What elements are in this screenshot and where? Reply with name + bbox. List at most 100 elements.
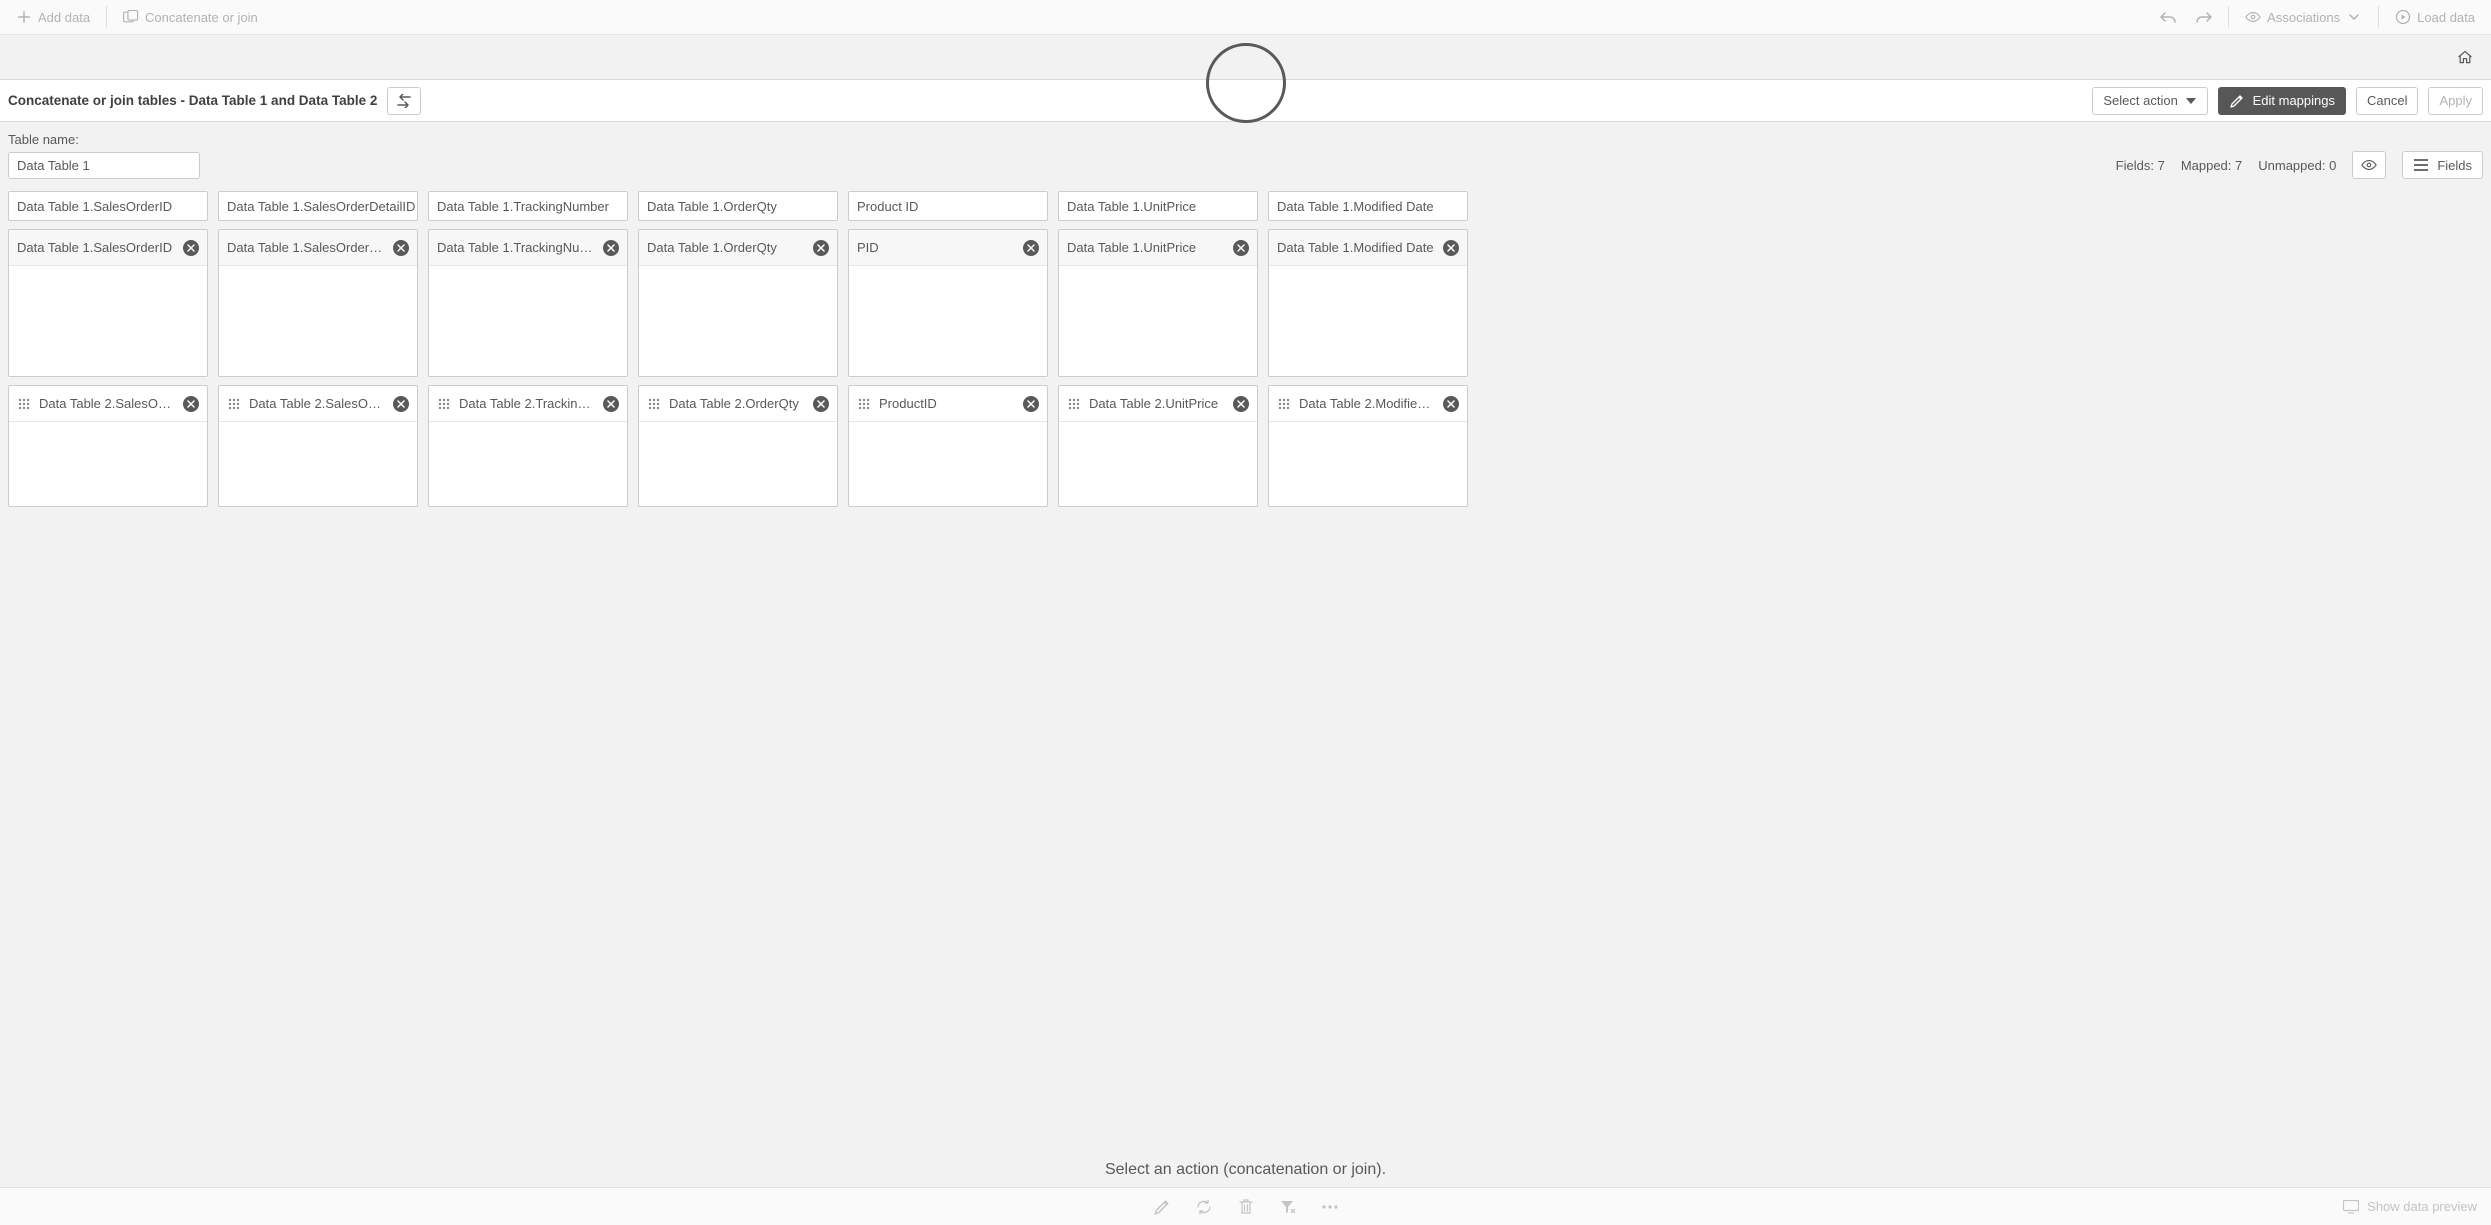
- select-action-label: Select action: [2103, 93, 2177, 108]
- select-action-dropdown[interactable]: Select action: [2092, 87, 2208, 115]
- column-header-input[interactable]: Data Table 1.OrderQty: [638, 191, 838, 221]
- source1-box: PID: [848, 229, 1048, 377]
- mapped-field-row[interactable]: Data Table 1.Modified Date: [1269, 230, 1467, 266]
- column-header-input[interactable]: Data Table 1.SalesOrderDetailID: [218, 191, 418, 221]
- refresh-icon[interactable]: [1196, 1199, 1212, 1215]
- remove-mapping-icon[interactable]: [603, 240, 619, 256]
- show-data-preview-label: Show data preview: [2367, 1199, 2477, 1214]
- remove-mapping-icon[interactable]: [393, 396, 409, 412]
- source2-box: Data Table 2.Modifie…: [1268, 385, 1468, 507]
- monitor-icon: [2343, 1199, 2359, 1215]
- edit-mappings-button[interactable]: Edit mappings: [2218, 87, 2346, 115]
- pencil-icon[interactable]: [1154, 1199, 1170, 1215]
- column-header-input[interactable]: Data Table 1.Modified Date: [1268, 191, 1468, 221]
- add-data-label: Add data: [38, 10, 90, 25]
- preview-visibility-button[interactable]: [2352, 151, 2386, 179]
- show-data-preview-button[interactable]: Show data preview: [2343, 1199, 2477, 1215]
- remove-mapping-icon[interactable]: [813, 240, 829, 256]
- unmapped-count: Unmapped: 0: [2258, 158, 2336, 173]
- list-icon: [2413, 157, 2429, 173]
- mapped-count: Mapped: 7: [2181, 158, 2242, 173]
- filter-clear-icon[interactable]: [1280, 1199, 1296, 1215]
- column-header-input[interactable]: Product ID: [848, 191, 1048, 221]
- mapped-field-row[interactable]: Data Table 2.SalesOr…: [219, 386, 417, 422]
- mapped-field-row[interactable]: Data Table 1.UnitPrice: [1059, 230, 1257, 266]
- mapped-field-row[interactable]: Data Table 2.Modifie…: [1269, 386, 1467, 422]
- column-header-input[interactable]: Data Table 1.TrackingNumber: [428, 191, 628, 221]
- toolbar-separator: [2378, 6, 2379, 28]
- swap-button[interactable]: [387, 87, 421, 115]
- mapped-field-label: PID: [857, 240, 1015, 255]
- tables-icon: [123, 9, 139, 25]
- cancel-label: Cancel: [2367, 93, 2407, 108]
- remove-mapping-icon[interactable]: [1233, 240, 1249, 256]
- drag-handle-icon[interactable]: [1277, 397, 1291, 411]
- mapped-field-row[interactable]: PID: [849, 230, 1047, 266]
- mapped-field-label: Data Table 1.UnitPrice: [1067, 240, 1225, 255]
- drag-handle-icon[interactable]: [647, 397, 661, 411]
- add-data-button[interactable]: Add data: [8, 5, 98, 29]
- undo-button[interactable]: [2152, 5, 2184, 29]
- remove-mapping-icon[interactable]: [393, 240, 409, 256]
- source1-box: Data Table 1.TrackingNu…: [428, 229, 628, 377]
- source2-box: ProductID: [848, 385, 1048, 507]
- mapped-field-row[interactable]: Data Table 1.SalesOrderID: [9, 230, 207, 266]
- associations-button[interactable]: Associations: [2237, 5, 2370, 29]
- drag-handle-icon[interactable]: [227, 397, 241, 411]
- remove-mapping-icon[interactable]: [1443, 240, 1459, 256]
- remove-mapping-icon[interactable]: [1023, 240, 1039, 256]
- load-data-button[interactable]: Load data: [2387, 5, 2483, 29]
- table-name-input[interactable]: Data Table 1: [8, 152, 200, 179]
- footer-toolbar: Show data preview: [0, 1187, 2491, 1225]
- mapped-field-label: Data Table 2.OrderQty: [669, 396, 805, 411]
- source1-box: Data Table 1.Modified Date: [1268, 229, 1468, 377]
- trash-icon[interactable]: [1238, 1199, 1254, 1215]
- home-icon[interactable]: [2457, 49, 2473, 65]
- top-toolbar: Add data Concatenate or join Association: [0, 0, 2491, 35]
- drag-handle-icon[interactable]: [437, 397, 451, 411]
- mapped-field-label: Data Table 2.Trackin…: [459, 396, 595, 411]
- eye-icon: [2361, 157, 2377, 173]
- more-icon[interactable]: [1322, 1199, 1338, 1215]
- remove-mapping-icon[interactable]: [603, 396, 619, 412]
- edit-mappings-label: Edit mappings: [2253, 93, 2335, 108]
- mapped-field-label: Data Table 1.OrderQty: [647, 240, 805, 255]
- drag-handle-icon[interactable]: [17, 397, 31, 411]
- field-stats: Fields: 7 Mapped: 7 Unmapped: 0 Fields: [2116, 151, 2483, 179]
- concat-join-button[interactable]: Concatenate or join: [115, 5, 266, 29]
- cancel-button[interactable]: Cancel: [2356, 87, 2418, 115]
- mapped-field-row[interactable]: Data Table 1.TrackingNu…: [429, 230, 627, 266]
- remove-mapping-icon[interactable]: [1443, 396, 1459, 412]
- mapped-field-label: Data Table 2.Modifie…: [1299, 396, 1435, 411]
- mapped-field-row[interactable]: Data Table 1.OrderQty: [639, 230, 837, 266]
- mapped-field-row[interactable]: Data Table 2.SalesOr…: [9, 386, 207, 422]
- column-header-input[interactable]: Data Table 1.UnitPrice: [1058, 191, 1258, 221]
- remove-mapping-icon[interactable]: [1023, 396, 1039, 412]
- redo-icon: [2196, 9, 2212, 25]
- toolbar-separator: [2228, 6, 2229, 28]
- toolbar-separator: [106, 6, 107, 28]
- apply-button[interactable]: Apply: [2428, 87, 2483, 115]
- plus-icon: [16, 9, 32, 25]
- mapped-field-label: ProductID: [879, 396, 1015, 411]
- mapped-field-row[interactable]: Data Table 2.Trackin…: [429, 386, 627, 422]
- swap-icon: [396, 93, 412, 109]
- mapping-columns: Data Table 1.SalesOrderID Data Table 1.S…: [8, 191, 2483, 507]
- drag-handle-icon[interactable]: [857, 397, 871, 411]
- column-header-input[interactable]: Data Table 1.SalesOrderID: [8, 191, 208, 221]
- remove-mapping-icon[interactable]: [183, 396, 199, 412]
- drag-handle-icon[interactable]: [1067, 397, 1081, 411]
- mapped-field-row[interactable]: ProductID: [849, 386, 1047, 422]
- mapped-field-row[interactable]: Data Table 2.UnitPrice: [1059, 386, 1257, 422]
- caret-down-icon: [2183, 93, 2199, 109]
- source2-box: Data Table 2.UnitPrice: [1058, 385, 1258, 507]
- remove-mapping-icon[interactable]: [183, 240, 199, 256]
- redo-button[interactable]: [2188, 5, 2220, 29]
- mapped-field-row[interactable]: Data Table 2.OrderQty: [639, 386, 837, 422]
- bubble-node[interactable]: [1206, 43, 1286, 123]
- remove-mapping-icon[interactable]: [1233, 396, 1249, 412]
- fields-menu-button[interactable]: Fields: [2402, 151, 2483, 179]
- remove-mapping-icon[interactable]: [813, 396, 829, 412]
- source2-box: Data Table 2.SalesOr…: [8, 385, 208, 507]
- mapped-field-row[interactable]: Data Table 1.SalesOrder…: [219, 230, 417, 266]
